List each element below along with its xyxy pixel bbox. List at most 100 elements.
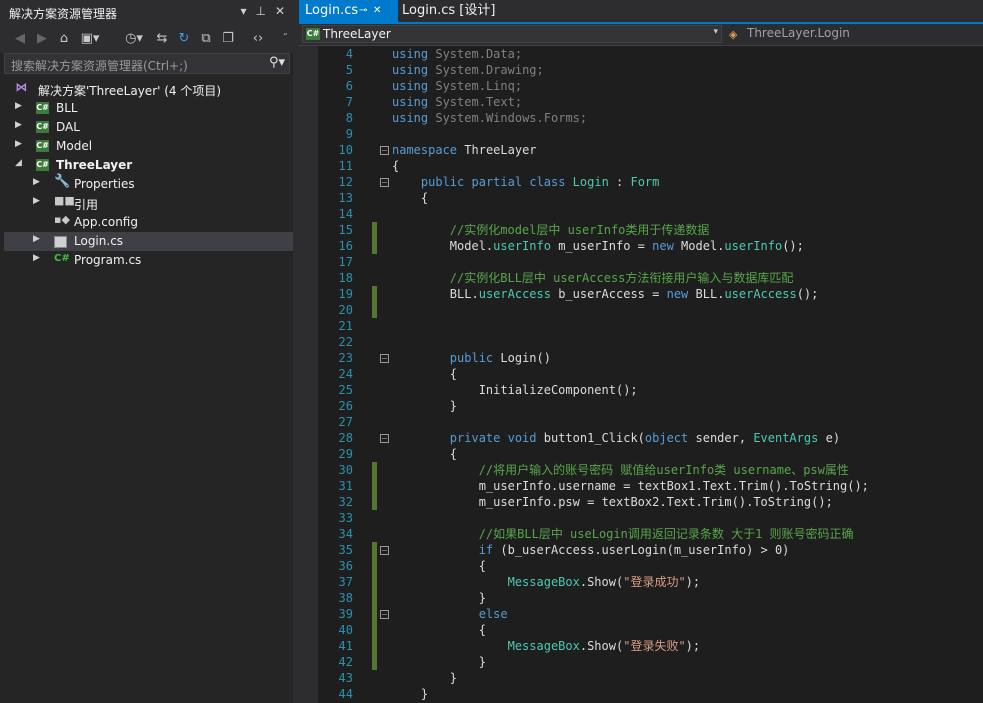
code-line[interactable]: 10 − namespace ThreeLayer (299, 142, 983, 158)
code-line[interactable]: 42 } (299, 654, 983, 670)
code-line[interactable]: 36 { (299, 558, 983, 574)
code-line[interactable]: 28 − private void button1_Click(object se… (299, 430, 983, 446)
code-line[interactable]: 34 //如果BLL层中 useLogin调用返回记录条数 大于1 则账号密码正… (299, 526, 983, 542)
fold-toggle-icon[interactable]: − (380, 546, 389, 555)
line-number: 26 (338, 399, 353, 413)
fold-toggle-icon[interactable]: − (380, 178, 389, 187)
view-code-icon[interactable]: ‹› (250, 30, 266, 47)
line-number: 35 (338, 543, 353, 557)
code-line[interactable]: 40 { (299, 622, 983, 638)
code-area[interactable]: 4 using System.Data; 5 using System.Drawing… (299, 46, 983, 703)
pin-icon[interactable]: ⊸ (359, 0, 367, 22)
tree-item-threelayer[interactable]: ◢ C# ThreeLayer (4, 156, 293, 175)
fold-toggle-icon[interactable]: − (380, 354, 389, 363)
type-dropdown[interactable]: ◈ ThreeLayer.Login (727, 25, 979, 43)
tree-item-model[interactable]: ▶ C# Model (4, 137, 293, 156)
tree-item-appconfig[interactable]: ▪◆ App.config (4, 213, 293, 232)
code-line[interactable]: 14 (299, 206, 983, 222)
code-line[interactable]: 19 BLL.userAccess b_userAccess = new BLL… (299, 286, 983, 302)
fold-toggle-icon[interactable]: − (380, 610, 389, 619)
tree-item-references[interactable]: ▶ ■■ 引用 (4, 194, 293, 213)
code-line[interactable]: 29 { (299, 446, 983, 462)
tree-item-solution[interactable]: ⋈ 解决方案'ThreeLayer' (4 个项目) (4, 80, 293, 99)
code-line[interactable]: 11 { (299, 158, 983, 174)
code-line[interactable]: 38 } (299, 590, 983, 606)
refresh-icon[interactable]: ↻ (176, 30, 192, 47)
code-line[interactable]: 6 using System.Linq; (299, 78, 983, 94)
forward-icon[interactable]: ▶ (34, 30, 50, 47)
pin-icon[interactable]: ⊥ (255, 4, 265, 18)
code-line[interactable]: 44 } (299, 686, 983, 702)
close-icon[interactable]: ✕ (373, 0, 381, 22)
code-line[interactable]: 30 //将用户输入的账号密码 赋值给userInfo类 username、ps… (299, 462, 983, 478)
tab-login-cs-design[interactable]: Login.cs [设计] (396, 0, 501, 22)
show-all-files-icon[interactable]: ❐ (220, 30, 236, 47)
expand-arrow-icon[interactable]: ▶ (33, 253, 40, 263)
code-line[interactable]: 32 m_userInfo.psw = textBox2.Text.Trim()… (299, 494, 983, 510)
code-line[interactable]: 25 InitializeComponent(); (299, 382, 983, 398)
code-line[interactable]: 43 } (299, 670, 983, 686)
expand-arrow-icon[interactable]: ▶ (33, 177, 40, 187)
collapse-all-icon[interactable]: ⧉ (198, 30, 214, 47)
search-icon[interactable]: ⚲▾ (269, 55, 285, 70)
expand-arrow-icon[interactable]: ▶ (15, 120, 22, 130)
code-line[interactable]: 35 − if (b_userAccess.userLogin(m_userInf… (299, 542, 983, 558)
code-line[interactable]: 26 } (299, 398, 983, 414)
toolbar-overflow-icon[interactable]: ˝ (280, 30, 290, 47)
tree-item-bll[interactable]: ▶ C# BLL (4, 99, 293, 118)
tab-login-cs[interactable]: Login.cs ⊸ ✕ (299, 0, 398, 22)
tree-item-label: 解决方案'ThreeLayer' (4 个项目) (38, 84, 222, 98)
tree-item-program[interactable]: ▶ C# Program.cs (4, 251, 293, 270)
sync-active-document-icon[interactable]: ⇆ (154, 30, 170, 47)
code-line[interactable]: 9 (299, 126, 983, 142)
change-indicator (372, 654, 377, 670)
code-line[interactable]: 33 (299, 510, 983, 526)
code-line[interactable]: 16 Model.userInfo m_userInfo = new Model… (299, 238, 983, 254)
change-indicator (372, 494, 377, 510)
dropdown-icon[interactable]: ▾ (240, 4, 246, 18)
expand-arrow-icon[interactable]: ▶ (33, 196, 40, 206)
tree-item-properties[interactable]: ▶ 🔧 Properties (4, 175, 293, 194)
code-line[interactable]: 27 (299, 414, 983, 430)
line-number: 42 (338, 655, 353, 669)
code-line[interactable]: 31 m_userInfo.username = textBox1.Text.T… (299, 478, 983, 494)
home-icon[interactable]: ⌂ (56, 30, 72, 47)
search-input[interactable]: 搜索解决方案资源管理器(Ctrl+;) (11, 57, 188, 74)
code-line[interactable]: 8 using System.Windows.Forms; (299, 110, 983, 126)
code-line[interactable]: 41 MessageBox.Show("登录失败"); (299, 638, 983, 654)
code-line[interactable]: 5 using System.Drawing; (299, 62, 983, 78)
project-dropdown-value: ThreeLayer (323, 27, 391, 41)
tree-item-login[interactable]: ▶ Login.cs (4, 232, 293, 251)
code-line[interactable]: 22 (299, 334, 983, 350)
code-line[interactable]: 24 { (299, 366, 983, 382)
pending-changes-filter-icon[interactable]: ◷▾ (122, 30, 146, 47)
code-line[interactable]: 15 //实例化model层中 userInfo类用于传递数据 (299, 222, 983, 238)
line-number: 44 (338, 687, 353, 701)
code-line[interactable]: 20 (299, 302, 983, 318)
close-icon[interactable]: ✕ (275, 4, 285, 18)
fold-toggle-icon[interactable]: − (380, 434, 389, 443)
project-dropdown[interactable]: C# ThreeLayer ▾ (302, 25, 722, 43)
back-icon[interactable]: ◀ (12, 30, 28, 47)
code-line[interactable]: 4 using System.Data; (299, 46, 983, 62)
code-line[interactable]: 39 − else (299, 606, 983, 622)
expand-arrow-icon[interactable]: ▶ (15, 139, 22, 149)
code-line[interactable]: 37 MessageBox.Show("登录成功"); (299, 574, 983, 590)
code-line[interactable]: 23 − public Login() (299, 350, 983, 366)
code-line[interactable]: 13 { (299, 190, 983, 206)
code-line[interactable]: 17 (299, 254, 983, 270)
solution-explorer-search[interactable]: 搜索解决方案资源管理器(Ctrl+;) ⚲▾ (4, 53, 290, 74)
expand-arrow-icon[interactable]: ▶ (33, 234, 40, 244)
fold-toggle-icon[interactable]: − (380, 146, 389, 155)
switch-views-icon[interactable]: ▣▾ (78, 30, 102, 47)
collapse-arrow-icon[interactable]: ◢ (15, 158, 22, 168)
code-text: namespace ThreeLayer (392, 143, 537, 157)
expand-arrow-icon[interactable]: ▶ (15, 101, 22, 111)
code-line[interactable]: 21 (299, 318, 983, 334)
code-line[interactable]: 7 using System.Text; (299, 94, 983, 110)
code-line[interactable]: 12 − public partial class Login : Form (299, 174, 983, 190)
tree-item-dal[interactable]: ▶ C# DAL (4, 118, 293, 137)
code-text: } (392, 687, 429, 701)
code-line[interactable]: 18 //实例化BLL层中 userAccess方法衔接用户输入与数据库匹配 (299, 270, 983, 286)
line-number: 20 (338, 303, 353, 317)
